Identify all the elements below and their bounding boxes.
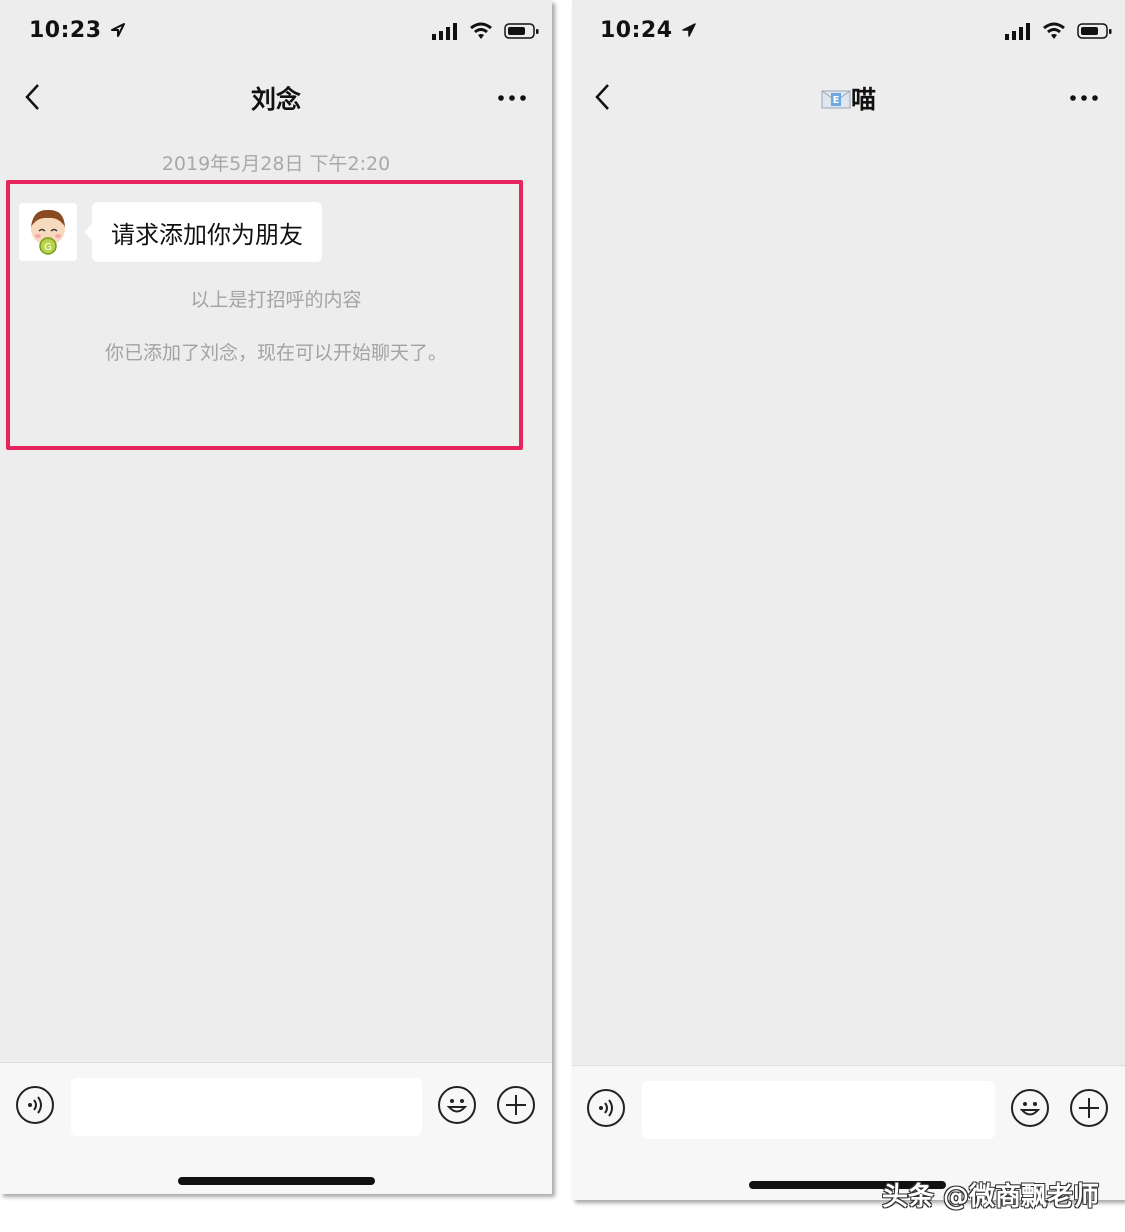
battery-icon [504, 23, 539, 39]
cartoon-boy-avatar-icon: G [19, 203, 77, 261]
chat-input-bar [0, 1062, 552, 1194]
message-text: 请求添加你为朋友 [111, 220, 303, 249]
status-icons [432, 22, 540, 44]
plus-icon [1079, 1098, 1099, 1118]
voice-input-button[interactable] [587, 1089, 625, 1127]
avatar[interactable]: G [19, 203, 77, 261]
svg-text:E: E [833, 95, 840, 106]
status-time: 10:23 [29, 18, 126, 43]
chat-title: E 喵 [572, 80, 1125, 116]
wifi-icon [1043, 22, 1066, 39]
more-options-icon[interactable] [1069, 92, 1099, 104]
message-input[interactable] [71, 1078, 422, 1136]
home-indicator[interactable] [178, 1177, 375, 1185]
voice-icon [28, 1096, 42, 1114]
location-arrow-icon [110, 23, 125, 37]
location-arrow-icon [681, 23, 696, 37]
voice-input-button[interactable] [16, 1086, 54, 1124]
more-functions-button[interactable] [497, 1086, 535, 1124]
chat-title: 刘念 [250, 85, 301, 114]
svg-text:G: G [44, 242, 52, 253]
envelope-emoji-icon: E [821, 90, 851, 109]
watermark: 头条 @微商飘老师 [881, 1182, 1099, 1212]
emoji-button[interactable] [1011, 1089, 1049, 1127]
emoji-button[interactable] [438, 1086, 476, 1124]
status-time: 10:24 [600, 18, 697, 43]
chat-screen-right: 10:24 E 喵 [572, 0, 1125, 1200]
signal-icon [1005, 23, 1030, 40]
signal-icon [432, 23, 457, 40]
chat-screen-left: 10:23 刘念 2019年5月28日 下午2:20 G 请求添加你为朋友 以上… [0, 0, 552, 1194]
friend-added-system-note: 你已添加了刘念，现在可以开始聊天了。 [104, 342, 447, 364]
plus-icon [506, 1095, 526, 1115]
message-input[interactable] [642, 1081, 995, 1139]
greeting-system-note: 以上是打招呼的内容 [190, 289, 362, 311]
status-icons [1005, 22, 1113, 44]
voice-icon [599, 1099, 613, 1117]
message-bubble[interactable]: 请求添加你为朋友 [84, 202, 322, 262]
more-functions-button[interactable] [1070, 1089, 1108, 1127]
message-timestamp: 2019年5月28日 下午2:20 [161, 153, 391, 175]
more-options-icon[interactable] [497, 92, 527, 104]
smiley-icon [446, 1099, 468, 1113]
battery-icon [1077, 23, 1112, 39]
wifi-icon [470, 22, 493, 39]
smiley-icon [1019, 1102, 1041, 1116]
